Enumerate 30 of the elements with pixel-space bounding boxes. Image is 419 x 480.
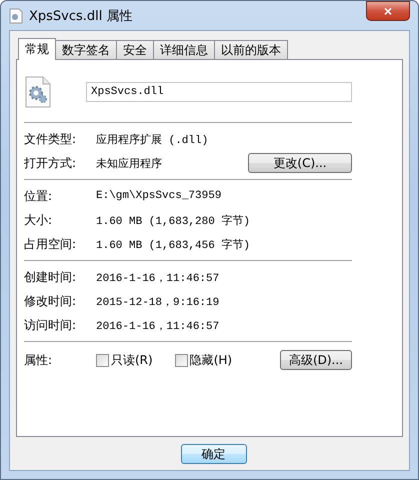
window-title: XpsSvcs.dll 属性 — [29, 8, 134, 24]
tab[interactable]: 数字签名 — [55, 40, 117, 59]
property-label: 占用空间: — [24, 236, 78, 252]
ok-button[interactable]: 确定 — [180, 444, 246, 464]
property-label: 访问时间: — [24, 316, 78, 334]
property-label: 打开方式: — [24, 154, 78, 172]
tab[interactable]: 安全 — [116, 40, 154, 59]
checkbox[interactable]: 隐藏(H) — [174, 352, 232, 368]
property-label: 创建时间: — [24, 268, 78, 286]
change-button[interactable]: 更改(C)... — [248, 153, 352, 173]
property-value: 2015-12-18，9:16:19 — [96, 296, 220, 308]
advanced-button[interactable]: 高级(D)... — [280, 350, 352, 370]
property-label: 位置: — [24, 188, 54, 204]
property-value: 1.60 MB (1,683,456 字节) — [96, 238, 252, 252]
property-value: 1.60 MB (1,683,280 字节) — [96, 214, 252, 228]
property-label: 文件类型: — [24, 130, 78, 148]
property-value: 2016-1-16，11:46:57 — [96, 272, 220, 284]
checkbox[interactable]: 只读(R) — [96, 352, 153, 368]
property-value: 未知应用程序 — [96, 156, 163, 170]
property-label: 修改时间: — [24, 292, 78, 310]
tab[interactable]: 详细信息 — [153, 40, 215, 59]
tab[interactable]: 以前的版本 — [214, 40, 288, 59]
tab[interactable]: 常规 — [18, 38, 56, 60]
property-label: 大小: — [24, 212, 54, 228]
property-value: 2016-1-16，11:46:57 — [96, 320, 220, 332]
file-name-field[interactable]: XpsSvcs.dll — [86, 82, 352, 102]
close-button[interactable]: × — [366, 0, 410, 20]
property-value: 应用程序扩展 (.dll) — [96, 132, 210, 146]
property-label: 属性: — [24, 352, 54, 368]
property-value: E:\gm\XpsSvcs_73959 — [96, 190, 222, 202]
